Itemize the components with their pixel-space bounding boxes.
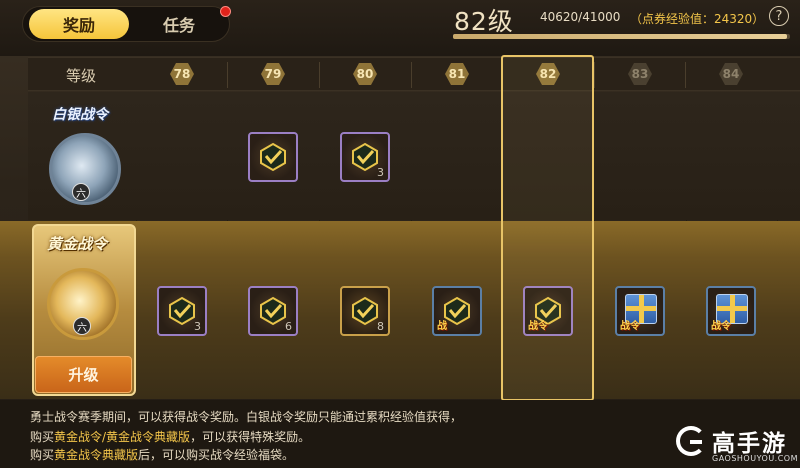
watermark-logo: 高手游 GAOSHOUYOU.COM: [676, 424, 800, 468]
tab-rewards[interactable]: 奖励: [29, 9, 129, 39]
gold-emblem-number: 六: [73, 317, 91, 335]
note-line-2-pre: 购买: [30, 430, 55, 444]
gold-reward-83[interactable]: 战令: [615, 286, 665, 336]
note-line-2: 购买黄金战令/黄金战令典藏版，可以获得特殊奖励。: [30, 428, 310, 445]
column-divider: [594, 62, 595, 88]
column-divider: [411, 62, 412, 88]
gold-reward-79[interactable]: 6: [248, 286, 298, 336]
silver-reward-80[interactable]: 3: [340, 132, 390, 182]
exp-progress-fill: [453, 34, 787, 39]
column-divider: [685, 62, 686, 88]
silver-pass-label: 白银战令: [52, 107, 108, 123]
logo-g-icon: [676, 426, 706, 456]
level-header-label: 等级: [66, 67, 97, 85]
silver-reward-79[interactable]: [248, 132, 298, 182]
gold-reward-78[interactable]: 3: [157, 286, 207, 336]
column-divider: [319, 62, 320, 88]
battle-pass-screen: 奖励 任务 82级 40620/41000 （点券经验值：24320） ? 等级…: [0, 0, 800, 468]
gold-reward-84[interactable]: 战令: [706, 286, 756, 336]
reward-tag: 战: [437, 321, 447, 332]
watermark-name: 高手游: [712, 431, 787, 457]
reward-count: 3: [377, 166, 384, 179]
points-exp-text: （点券经验值：24320）: [630, 12, 765, 26]
gold-reward-81[interactable]: 战: [432, 286, 482, 336]
silver-emblem-number: 六: [72, 183, 90, 201]
note-line-3: 购买黄金战令典藏版后，可以购买战令经验福袋。: [30, 446, 294, 463]
exp-progress-text: 40620/41000: [540, 10, 621, 24]
note-line-3-post: 后，可以购买战令经验福袋。: [138, 448, 295, 462]
silver-emblem-icon: 六: [49, 133, 121, 205]
exp-progress-bar: [453, 34, 790, 39]
note-line-3-highlight: 黄金战令典藏版: [54, 448, 139, 462]
watermark-url: GAOSHOUYOU.COM: [712, 454, 799, 463]
tab-bar: 奖励 任务: [22, 6, 230, 42]
note-line-2-post: ，可以获得特殊奖励。: [190, 430, 311, 444]
gold-pass-label: 黄金战令: [47, 235, 108, 253]
reward-count: 3: [194, 320, 201, 333]
column-divider: [227, 62, 228, 88]
upgrade-button[interactable]: 升级: [35, 356, 132, 393]
note-line-1: 勇士战令赛季期间，可以获得战令奖励。白银战令奖励只能通过累积经验值获得，: [30, 410, 463, 424]
reward-tag: 战令: [620, 321, 640, 332]
current-level: 82级: [454, 7, 514, 36]
header-bar: 奖励 任务 82级 40620/41000 （点券经验值：24320） ?: [0, 0, 800, 56]
silver-pass-row: [28, 92, 800, 220]
reward-count: 6: [285, 320, 292, 333]
reward-count: 8: [377, 320, 384, 333]
note-line-3-pre: 购买: [30, 448, 55, 462]
reward-tag: 战令: [711, 321, 731, 332]
help-icon[interactable]: ?: [769, 6, 789, 26]
gold-emblem-icon: 六: [47, 268, 119, 340]
tab-tasks[interactable]: 任务: [129, 9, 229, 39]
notification-dot: [220, 6, 231, 17]
note-line-2-highlight: 黄金战令/黄金战令典藏版: [54, 430, 191, 444]
gold-reward-80[interactable]: 8: [340, 286, 390, 336]
current-level-highlight: [501, 55, 594, 401]
